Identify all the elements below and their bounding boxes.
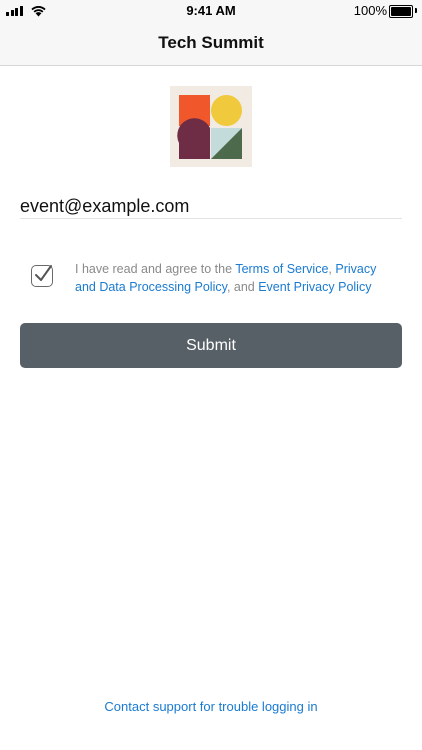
agreement-text: I have read and agree to the Terms of Se… [75, 260, 395, 296]
agreement-separator-2: , and [226, 280, 259, 294]
page-title: Tech Summit [158, 33, 264, 52]
battery-percentage: 100% [353, 3, 387, 18]
status-bar: 9:41 AM 100% [0, 0, 422, 22]
submit-button[interactable]: Submit [20, 323, 402, 368]
event-privacy-policy-link[interactable]: Event Privacy Policy [258, 280, 371, 294]
logo-maroon-quarter [177, 118, 210, 159]
navigation-bar: Tech Summit [0, 22, 422, 66]
battery-cap [415, 8, 417, 13]
terms-of-service-link[interactable]: Terms of Service [235, 262, 328, 276]
battery-icon [389, 5, 413, 18]
agreement-prefix: I have read and agree to the [75, 262, 236, 276]
logo-yellow-circle [211, 95, 242, 126]
email-field[interactable] [20, 194, 402, 218]
contact-support-link[interactable]: Contact support for trouble logging in [0, 699, 422, 714]
battery-level-fill [391, 7, 411, 16]
event-logo-icon [170, 86, 252, 167]
email-field-underline [20, 218, 402, 219]
checkmark-icon [35, 265, 52, 281]
agreement-checkbox[interactable] [31, 265, 53, 287]
